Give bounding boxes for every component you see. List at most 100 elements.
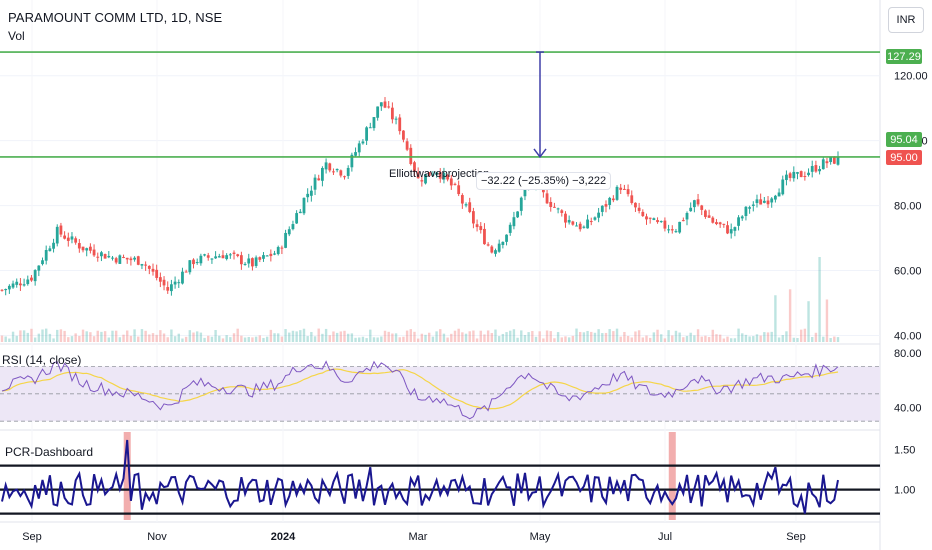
candle-body — [70, 236, 74, 240]
volume-bar — [137, 336, 140, 342]
volume-bar — [520, 330, 523, 342]
volume-bar — [729, 338, 733, 342]
volume-bar — [15, 335, 18, 342]
volume-bar — [269, 329, 273, 342]
volume-bar — [402, 336, 405, 342]
candle-body — [648, 217, 652, 219]
volume-bar — [140, 329, 144, 342]
horizontal-levels[interactable] — [0, 51, 880, 158]
volume-bar — [335, 332, 339, 342]
volume-bar — [538, 331, 541, 342]
volume-bar — [133, 329, 136, 342]
price-tick-label: 40.00 — [894, 331, 922, 343]
volume-bar — [361, 336, 365, 342]
candle-body — [298, 211, 302, 214]
candle-body — [140, 264, 144, 266]
volume-bar — [313, 336, 317, 342]
volume-bar — [542, 338, 545, 342]
candle-body — [740, 216, 744, 219]
candle-body — [722, 223, 726, 225]
volume-bar — [597, 329, 600, 342]
volume-bar — [151, 333, 155, 342]
volume-bar — [777, 337, 781, 342]
volume-bar — [733, 338, 737, 342]
volume-bar — [92, 336, 96, 342]
candle-body — [453, 183, 457, 185]
candle-body — [744, 206, 748, 217]
candle-body — [41, 260, 44, 265]
volume-bar — [236, 328, 239, 342]
measure-arrow[interactable] — [533, 51, 547, 159]
volume-bar — [343, 330, 346, 342]
candle-body — [571, 221, 575, 225]
candle-body — [328, 163, 332, 171]
volume-bar — [634, 331, 637, 342]
candle-body — [512, 217, 516, 227]
time-tick-label: 2024 — [271, 531, 296, 543]
volume-bar — [394, 333, 398, 342]
candle-body — [508, 224, 512, 233]
candle-body — [398, 117, 402, 132]
volume-bar — [52, 338, 55, 342]
candle-body — [641, 211, 645, 217]
candle-body — [564, 213, 567, 223]
candle-body — [656, 220, 659, 223]
candle-body — [737, 217, 740, 226]
candle-body — [295, 213, 299, 224]
volume-bar — [280, 336, 284, 342]
time-tick-label: Mar — [409, 531, 428, 543]
volume-bar — [383, 330, 387, 342]
volume-bar — [582, 332, 586, 342]
volume-bar — [214, 329, 217, 342]
volume-bar — [210, 336, 214, 342]
currency-button[interactable]: INR — [888, 7, 924, 33]
volume-bar — [103, 331, 107, 342]
candle-body — [781, 179, 785, 195]
volume-bar — [523, 335, 527, 342]
trading-chart[interactable]: 120.00100.0080.0060.0040.0080.0040.001.5… — [0, 0, 932, 550]
volume-bar — [273, 333, 276, 342]
volume-bar — [339, 331, 343, 342]
candle-body — [715, 222, 718, 225]
volume-bar — [258, 335, 261, 342]
volume-bar — [387, 331, 390, 342]
grid-layer — [0, 0, 881, 550]
candle-body — [236, 254, 240, 257]
projection-label[interactable]: Elliottwaveprojection — [389, 168, 489, 180]
candle-body — [685, 213, 689, 220]
volume-bar — [689, 332, 692, 342]
volume-bar — [177, 333, 180, 342]
volume-bar — [593, 332, 597, 342]
measure-label[interactable]: −32.22 (−25.35%) −3,222 — [477, 173, 611, 189]
chart-title: PARAMOUNT COMM LTD, 1D, NSE — [8, 10, 223, 25]
candle-body — [111, 257, 114, 259]
volume-bars — [0, 257, 840, 342]
candle-body — [280, 247, 284, 249]
candle-body — [206, 255, 210, 258]
volume-bar — [486, 330, 490, 342]
volume-bar — [144, 330, 147, 342]
candle-body — [652, 218, 656, 221]
candle-body — [247, 258, 251, 264]
volume-bar — [641, 337, 645, 342]
candle-body — [170, 284, 173, 292]
volume-bar — [41, 329, 44, 342]
volume-bar — [755, 334, 759, 342]
candle-body — [766, 200, 770, 205]
candle-body — [759, 199, 763, 205]
candle-body — [597, 212, 601, 218]
candle-body — [519, 197, 523, 211]
volume-bar — [22, 330, 26, 342]
volume-bar — [295, 331, 298, 342]
volume-bar — [483, 334, 486, 342]
candle-body — [589, 221, 593, 223]
candle-body — [228, 254, 232, 256]
volume-bar — [111, 330, 114, 342]
candle-body — [670, 229, 674, 231]
volume-bar — [265, 336, 269, 342]
volume-bar — [424, 334, 427, 342]
candle-body — [464, 204, 468, 206]
candle-body — [836, 156, 840, 165]
volume-bar — [247, 336, 250, 342]
price-tick-label: 120.00 — [894, 71, 928, 83]
